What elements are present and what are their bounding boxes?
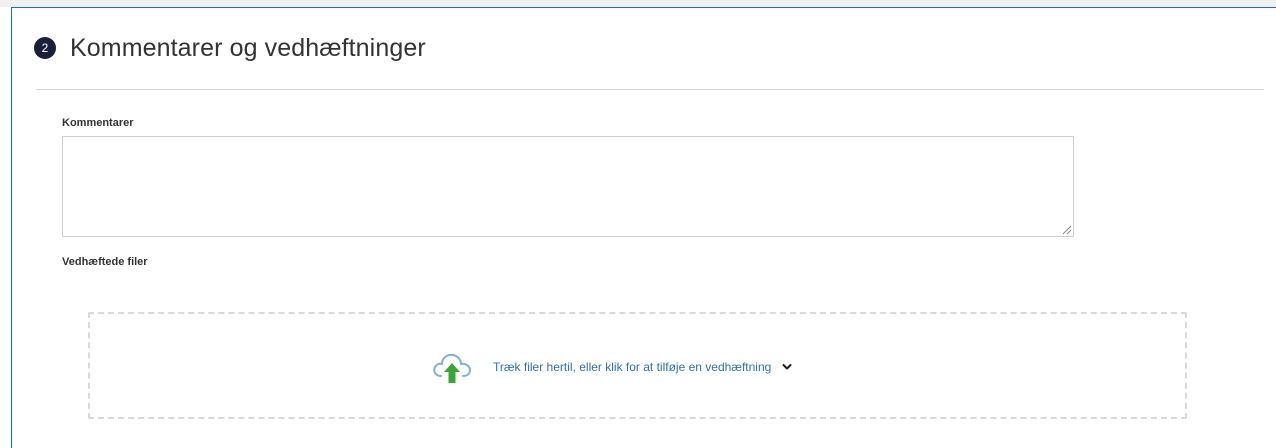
comments-label: Kommentarer (62, 117, 134, 129)
section-divider (36, 89, 1264, 90)
dropzone-text[interactable]: Træk filer hertil, eller klik for at til… (493, 360, 771, 374)
attachments-label: Vedhæftede filer (62, 256, 148, 268)
step-number-badge: 2 (34, 37, 56, 59)
page-background-strip (0, 0, 1276, 7)
dropzone-content[interactable]: Træk filer hertil, eller klik for at til… (432, 349, 793, 385)
chevron-down-icon[interactable] (781, 361, 793, 373)
comments-textarea[interactable] (62, 136, 1074, 237)
section-title: Kommentarer og vedhæftninger (70, 33, 426, 62)
file-dropzone[interactable]: Træk filer hertil, eller klik for at til… (88, 312, 1187, 419)
section-header: 2 Kommentarer og vedhæftninger (22, 30, 426, 66)
resize-grip-icon[interactable] (1061, 224, 1072, 235)
cloud-upload-icon (433, 353, 471, 383)
